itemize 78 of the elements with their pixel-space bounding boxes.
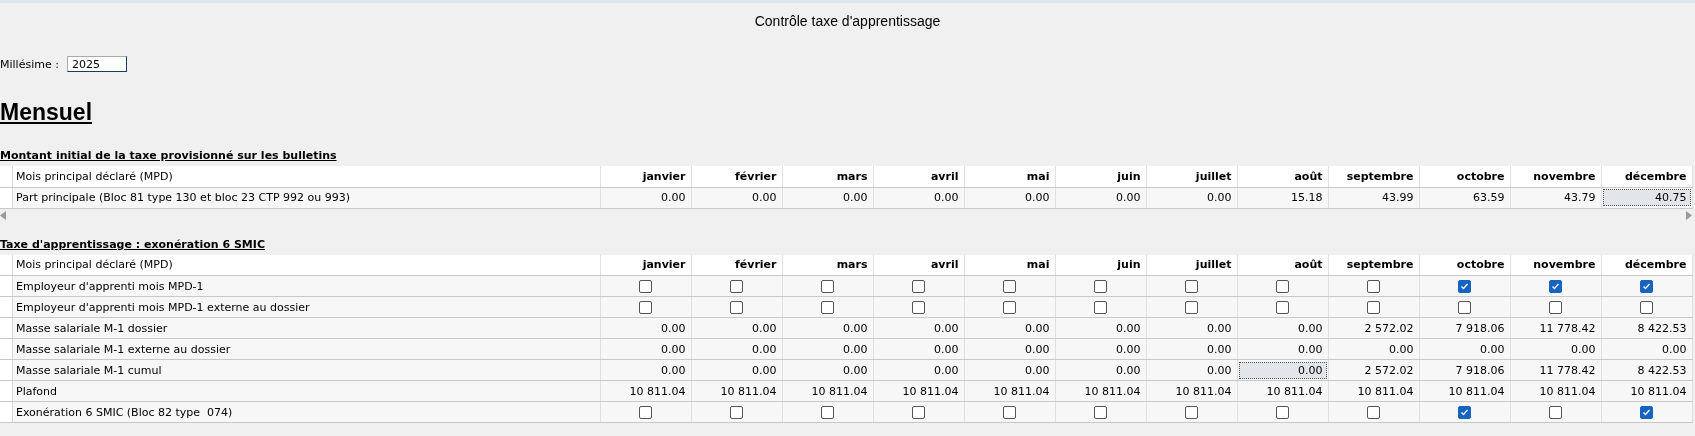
window-title: Contrôle taxe d'apprentissage (753, 12, 942, 31)
checkbox[interactable] (1185, 279, 1198, 293)
column-header: janvier (600, 254, 691, 276)
row-label: Employeur d'apprenti mois MPD-1 externe au dossier (0, 296, 600, 318)
column-header: décembre (1601, 166, 1692, 187)
checkbox[interactable] (1367, 405, 1380, 419)
column-header: septembre (1328, 254, 1419, 276)
checkbox[interactable] (1549, 279, 1562, 293)
column-header: novembre (1510, 166, 1601, 187)
column-header: janvier (600, 166, 691, 187)
table-cell[interactable]: 40.75 (1602, 189, 1691, 206)
checkbox[interactable] (1276, 279, 1289, 293)
column-header: avril (873, 254, 964, 276)
table-title: Montant initial de la taxe provisionné sur les bulletins (0, 149, 338, 163)
checkbox[interactable] (1640, 405, 1653, 419)
column-header: Mois principal déclaré (MPD) (0, 254, 600, 276)
millesime-label: Millésime : (0, 57, 59, 71)
checkbox[interactable] (1003, 405, 1016, 419)
column-header: février (691, 254, 782, 276)
column-header: mars (782, 166, 873, 187)
column-header: août (1237, 254, 1328, 276)
checkbox[interactable] (1094, 405, 1107, 419)
section-heading: Mensuel (0, 98, 94, 126)
column-header: mai (964, 254, 1055, 276)
row-label: Employeur d'apprenti mois MPD-1 (0, 275, 600, 297)
row-label: Masse salariale M-1 externe au dossier (0, 338, 600, 360)
column-header: septembre (1328, 166, 1419, 187)
row-label: Masse salariale M-1 cumul (0, 359, 600, 381)
row-label: Masse salariale M-1 dossier (0, 317, 600, 339)
checkbox[interactable] (1185, 300, 1198, 314)
checkbox[interactable] (1549, 300, 1562, 314)
checkbox[interactable] (1458, 279, 1471, 293)
checkbox[interactable] (730, 279, 743, 293)
column-header: juillet (1146, 254, 1237, 276)
checkbox[interactable] (912, 405, 925, 419)
checkbox[interactable] (1003, 279, 1016, 293)
column-header: août (1237, 166, 1328, 187)
table-title: Taxe d'apprentissage : exonération 6 SMIC (0, 237, 266, 252)
checkbox[interactable] (1640, 300, 1653, 314)
checkbox[interactable] (912, 279, 925, 293)
column-header: mars (782, 254, 873, 276)
checkbox[interactable] (1003, 300, 1016, 314)
checkbox[interactable] (1458, 300, 1471, 314)
checkbox[interactable] (639, 279, 652, 293)
checkbox[interactable] (730, 300, 743, 314)
checkbox[interactable] (821, 405, 834, 419)
checkbox[interactable] (1276, 405, 1289, 419)
checkbox[interactable] (1094, 279, 1107, 293)
checkbox[interactable] (821, 279, 834, 293)
checkbox[interactable] (639, 405, 652, 419)
checkbox[interactable] (1094, 300, 1107, 314)
checkbox[interactable] (1185, 405, 1198, 419)
column-header: juin (1055, 254, 1146, 276)
column-header: avril (873, 166, 964, 187)
checkbox[interactable] (1458, 405, 1471, 419)
row-label: Plafond (0, 380, 600, 402)
column-header: juillet (1146, 166, 1237, 187)
column-header: décembre (1601, 254, 1692, 276)
column-header: novembre (1510, 254, 1601, 276)
checkbox[interactable] (1367, 300, 1380, 314)
column-header: mai (964, 166, 1055, 187)
checkbox[interactable] (1276, 300, 1289, 314)
checkbox[interactable] (639, 300, 652, 314)
table-cell[interactable]: 0.00 (1238, 361, 1327, 379)
checkbox[interactable] (730, 405, 743, 419)
column-header: octobre (1419, 254, 1510, 276)
checkbox[interactable] (1549, 405, 1562, 419)
column-header: octobre (1419, 166, 1510, 187)
millesime-field[interactable]: 2025 (66, 56, 127, 72)
column-header: juin (1055, 166, 1146, 187)
checkbox[interactable] (1640, 279, 1653, 293)
column-header: février (691, 166, 782, 187)
column-header: Mois principal déclaré (MPD) (0, 166, 600, 187)
row-label: Part principale (Bloc 81 type 130 et bloc 23 CTP 992 ou 993) (0, 187, 600, 208)
row-label: Exonération 6 SMIC (Bloc 82 type 074) (0, 401, 600, 423)
checkbox[interactable] (1367, 279, 1380, 293)
checkbox[interactable] (912, 300, 925, 314)
checkbox[interactable] (821, 300, 834, 314)
